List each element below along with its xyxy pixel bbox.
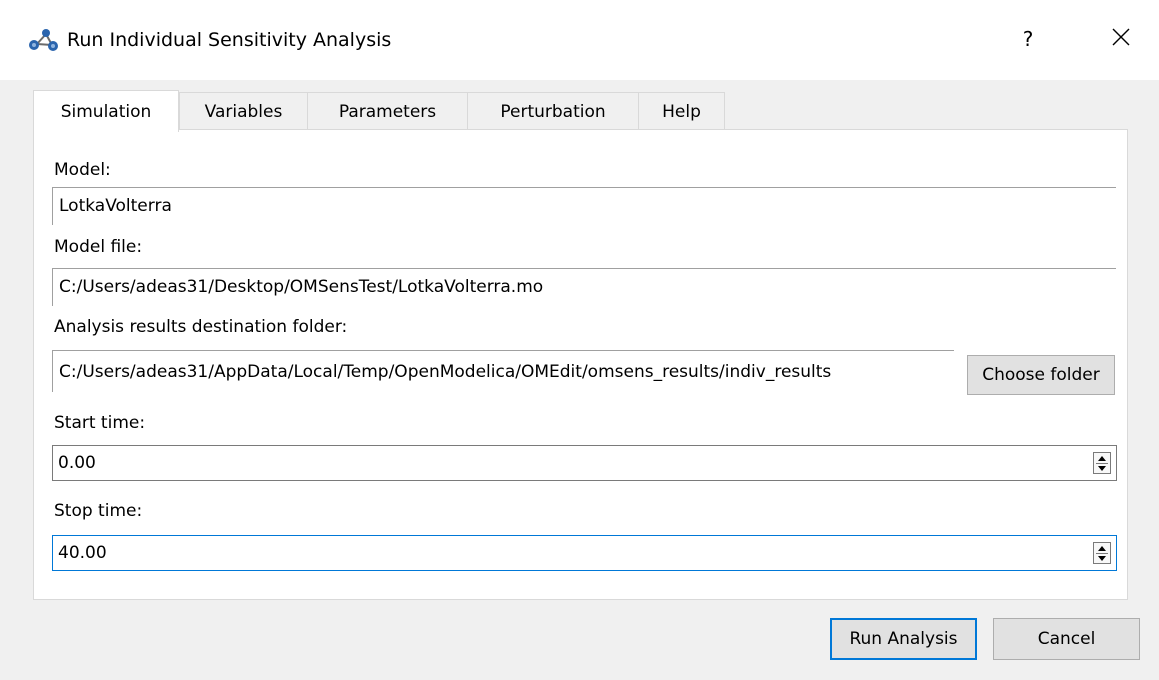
dialog-window: Run Individual Sensitivity Analysis ? Si…: [0, 0, 1159, 680]
model-label: Model:: [54, 160, 111, 180]
model-file-label: Model file:: [54, 237, 143, 257]
help-button[interactable]: ?: [1000, 16, 1056, 62]
stop-time-value: 40.00: [58, 543, 107, 563]
start-time-label: Start time:: [54, 413, 146, 433]
choose-folder-label: Choose folder: [982, 365, 1100, 385]
destination-folder-label: Analysis results destination folder:: [54, 317, 348, 337]
stop-time-stepper[interactable]: [1093, 542, 1111, 564]
model-name-field[interactable]: LotkaVolterra: [52, 187, 1116, 225]
arrow-up-icon[interactable]: [1094, 453, 1110, 463]
tab-help[interactable]: Help: [638, 92, 725, 130]
run-analysis-button[interactable]: Run Analysis: [830, 618, 977, 660]
model-file-field[interactable]: C:/Users/adeas31/Desktop/OMSensTest/Lotk…: [52, 268, 1116, 306]
tab-variables[interactable]: Variables: [179, 92, 308, 130]
tab-simulation[interactable]: Simulation: [33, 90, 179, 132]
cancel-label: Cancel: [1037, 629, 1096, 649]
destination-folder-field[interactable]: C:/Users/adeas31/AppData/Local/Temp/Open…: [52, 350, 954, 392]
cancel-button[interactable]: Cancel: [993, 618, 1140, 660]
choose-folder-button[interactable]: Choose folder: [967, 355, 1115, 395]
close-button[interactable]: [1093, 16, 1149, 62]
window-title: Run Individual Sensitivity Analysis: [67, 29, 392, 51]
stop-time-spinbox[interactable]: 40.00: [52, 535, 1117, 571]
arrow-down-icon[interactable]: [1094, 553, 1110, 563]
start-time-stepper[interactable]: [1093, 452, 1111, 474]
tab-parameters[interactable]: Parameters: [307, 92, 468, 130]
simulation-tab-panel: Model: LotkaVolterra Model file: C:/User…: [33, 129, 1128, 600]
start-time-value: 0.00: [58, 453, 96, 473]
close-icon: [1112, 28, 1130, 51]
network-nodes-icon: [28, 27, 60, 53]
start-time-spinbox[interactable]: 0.00: [52, 445, 1117, 481]
tab-label: Help: [662, 101, 701, 122]
arrow-up-icon[interactable]: [1094, 543, 1110, 553]
tab-label: Perturbation: [500, 101, 606, 122]
help-icon: ?: [1022, 27, 1034, 51]
stop-time-label: Stop time:: [54, 501, 143, 521]
title-bar[interactable]: Run Individual Sensitivity Analysis ?: [0, 0, 1159, 80]
run-analysis-label: Run Analysis: [849, 629, 958, 649]
arrow-down-icon[interactable]: [1094, 463, 1110, 473]
tab-label: Parameters: [338, 101, 437, 122]
tab-perturbation[interactable]: Perturbation: [467, 92, 639, 130]
tab-label: Simulation: [60, 101, 152, 122]
tab-label: Variables: [204, 101, 283, 122]
